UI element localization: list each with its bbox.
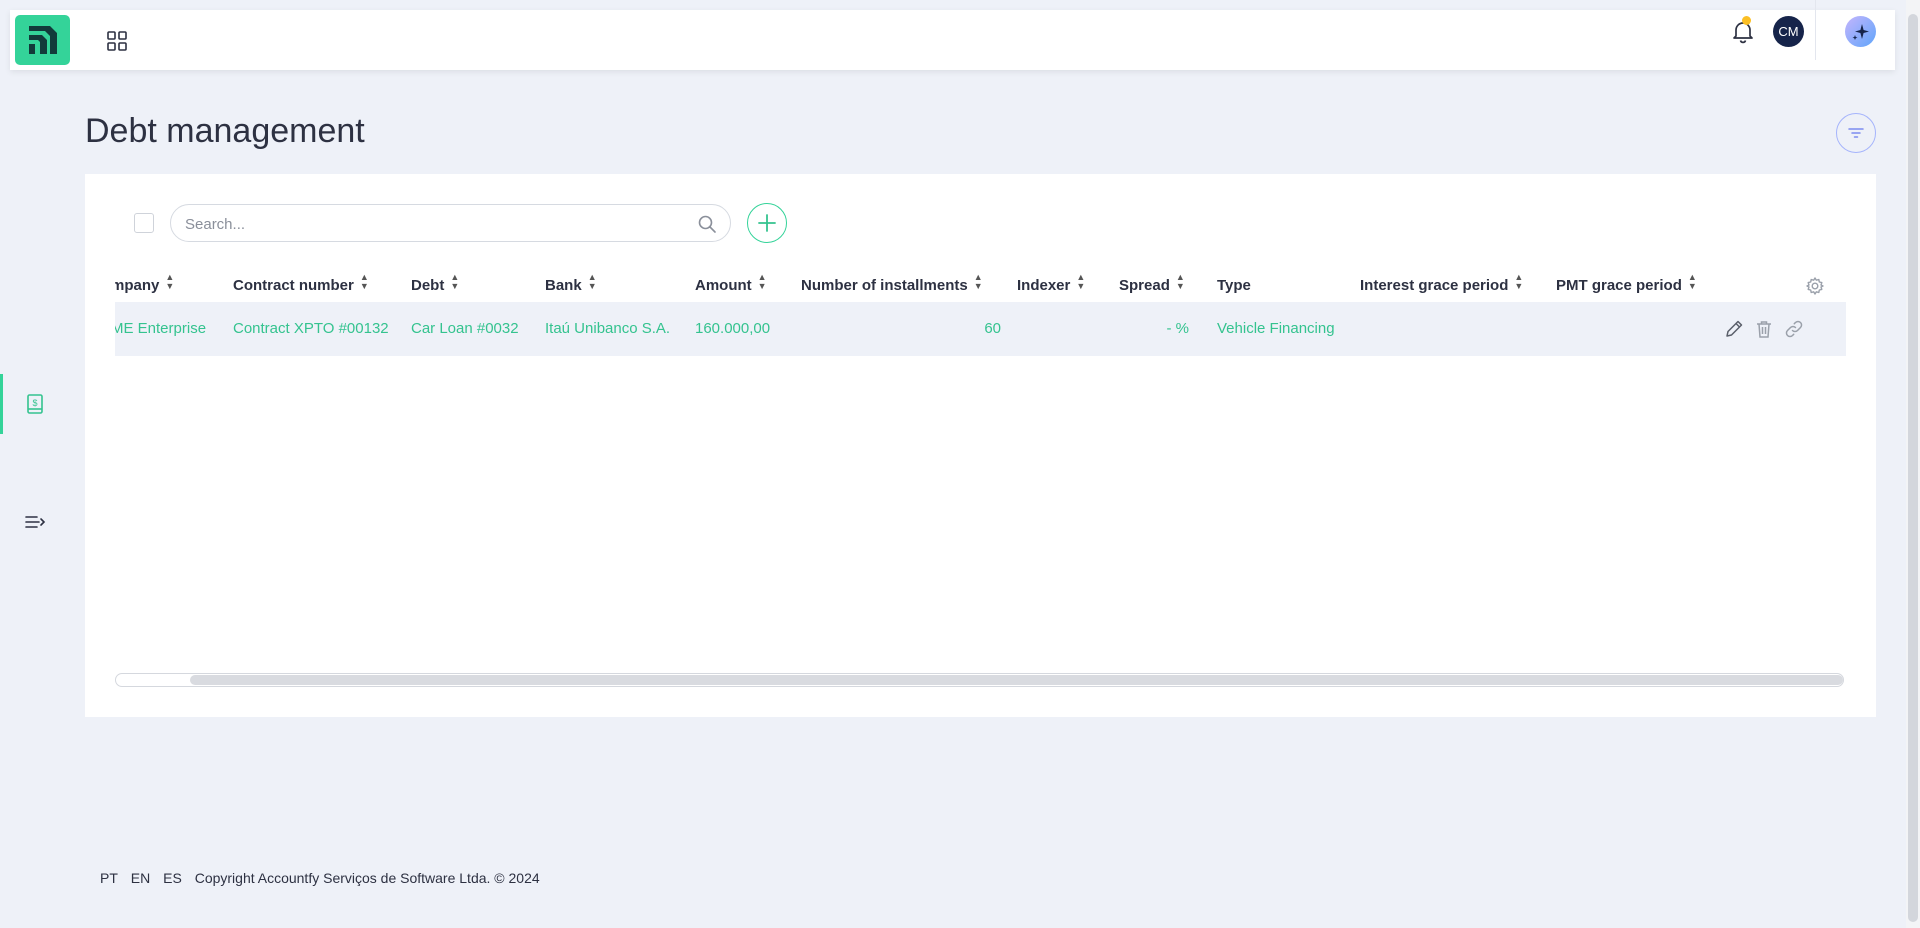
column-header-label: PMT grace period (1556, 277, 1682, 294)
page-scrollbar[interactable] (1906, 0, 1920, 928)
cell-debt[interactable]: Car Loan #0032 (411, 302, 519, 356)
table-horizontal-scrollbar[interactable] (115, 673, 1844, 687)
filter-icon[interactable] (1836, 113, 1876, 153)
language-es-link[interactable]: ES (163, 870, 182, 886)
column-header-installments[interactable]: Number of installments ▲ ▼ (801, 270, 983, 302)
cell-spread[interactable]: - % (1119, 302, 1190, 356)
plus-icon (758, 214, 776, 232)
sort-icon[interactable]: ▲ ▼ (1514, 273, 1523, 291)
column-header-label: Number of installments (801, 277, 968, 294)
cell-company[interactable]: ME Enterprise (115, 302, 206, 356)
column-header-label: mpany (115, 277, 160, 294)
sort-icon[interactable]: ▲ ▼ (165, 273, 174, 291)
language-en-link[interactable]: EN (131, 870, 150, 886)
trash-icon[interactable] (1753, 318, 1775, 340)
grid-icon[interactable] (106, 30, 128, 52)
column-header-label: Interest grace period (1360, 277, 1509, 294)
copyright-text: Copyright Accountfy Serviços de Software… (194, 870, 540, 886)
column-header-label: Contract number (233, 277, 354, 294)
language-pt-link[interactable]: PT (100, 870, 118, 886)
column-header-contract-number[interactable]: Contract number ▲ ▼ (233, 270, 369, 302)
sort-icon[interactable]: ▲ ▼ (588, 273, 597, 291)
debt-ledger-icon[interactable]: $ (24, 393, 46, 415)
top-bar (10, 10, 1895, 70)
add-debt-button[interactable] (747, 203, 787, 243)
page-title: Debt management (85, 112, 365, 150)
column-header-amount[interactable]: Amount ▲ ▼ (695, 270, 767, 302)
svg-text:$: $ (32, 398, 37, 408)
cell-bank[interactable]: Itaú Unibanco S.A. (545, 302, 670, 356)
cell-installments[interactable]: 60 (801, 302, 1001, 356)
page-scrollbar-thumb[interactable] (1908, 14, 1918, 922)
column-header-debt[interactable]: Debt ▲ ▼ (411, 270, 459, 302)
table-horizontal-scrollbar-thumb[interactable] (190, 675, 1843, 685)
column-header-label: Type (1217, 277, 1251, 294)
debts-card (85, 174, 1876, 717)
cell-type[interactable]: Vehicle Financing (1217, 302, 1335, 356)
column-header-spread[interactable]: Spread ▲ ▼ (1119, 270, 1185, 302)
expand-menu-icon[interactable] (24, 511, 46, 533)
column-header-label: Indexer (1017, 277, 1071, 294)
avatar[interactable]: CM (1773, 16, 1804, 47)
column-header-company[interactable]: mpany ▲ ▼ (115, 270, 174, 302)
sort-icon[interactable]: ▲ ▼ (1688, 273, 1697, 291)
sort-icon[interactable]: ▲ ▼ (758, 273, 767, 291)
topbar-divider (1815, 0, 1816, 60)
select-all-checkbox[interactable] (134, 213, 154, 233)
sort-icon[interactable]: ▲ ▼ (1176, 273, 1185, 291)
footer: PT EN ES Copyright Accountfy Serviços de… (100, 870, 540, 886)
column-header-label: Debt (411, 277, 445, 294)
cell-amount[interactable]: 160.000,00 (695, 302, 770, 356)
column-header-bank[interactable]: Bank ▲ ▼ (545, 270, 597, 302)
column-header-label: Bank (545, 277, 582, 294)
sparkle-icon[interactable] (1845, 16, 1876, 47)
accountfy-logo[interactable] (15, 15, 70, 65)
search-input[interactable] (185, 213, 685, 235)
search-icon[interactable] (697, 214, 717, 234)
notification-badge (1742, 16, 1751, 25)
search-field[interactable] (170, 204, 731, 242)
sort-icon[interactable]: ▲ ▼ (1076, 273, 1085, 291)
edit-icon[interactable] (1723, 318, 1745, 340)
column-header-pmt-grace-period[interactable]: PMT grace period ▲ ▼ (1556, 270, 1697, 302)
column-header-label: Spread (1119, 277, 1170, 294)
column-header-label: Amount (695, 277, 752, 294)
column-header-type[interactable]: Type (1217, 270, 1251, 302)
cell-contract-number[interactable]: Contract XPTO #00132 (233, 302, 389, 356)
link-icon[interactable] (1783, 318, 1805, 340)
gear-icon[interactable] (1805, 276, 1825, 296)
sort-icon[interactable]: ▲ ▼ (450, 273, 459, 291)
debts-table: mpany ▲ ▼ Contract number ▲ ▼ Debt ▲ ▼ Bank ▲ ▼ … (115, 270, 1846, 356)
avatar-initials: CM (1778, 24, 1799, 39)
column-header-indexer[interactable]: Indexer ▲ ▼ (1017, 270, 1085, 302)
column-header-interest-grace-period[interactable]: Interest grace period ▲ ▼ (1360, 270, 1523, 302)
sidebar-active-indicator (0, 374, 3, 434)
sort-icon[interactable]: ▲ ▼ (360, 273, 369, 291)
sort-icon[interactable]: ▲ ▼ (974, 273, 983, 291)
